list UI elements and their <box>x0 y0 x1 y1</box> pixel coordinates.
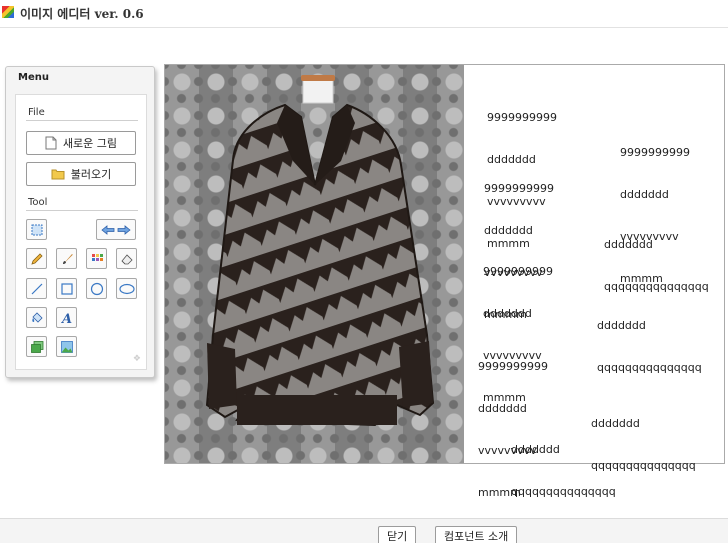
text-line: 9999999999 <box>483 265 553 278</box>
text-line: 9999999999 <box>620 146 690 159</box>
close-button[interactable]: 닫기 <box>378 526 417 543</box>
brush-tool[interactable] <box>56 248 77 269</box>
rectangle-icon <box>60 282 73 295</box>
text-line: ddddddd <box>620 188 669 201</box>
line-icon <box>31 283 42 294</box>
window-title: 이미지 에디터 ver. 0.6 <box>20 7 144 21</box>
tool-divider <box>26 210 138 211</box>
resize-grip-icon[interactable]: ❖ <box>133 354 141 364</box>
file-section-label: File <box>28 107 45 118</box>
text-line: ddddddd <box>483 307 532 320</box>
footer-bar: 닫기 컴포넌트 소개 <box>0 518 728 543</box>
layer-icon <box>30 340 43 353</box>
new-image-button[interactable]: 새로운 그림 <box>26 131 136 155</box>
palette-tool[interactable] <box>86 248 107 269</box>
text-tool[interactable]: A <box>56 307 77 328</box>
open-button[interactable]: 불러오기 <box>26 162 136 186</box>
text-line: ddddddd <box>597 319 646 332</box>
text-line: qqqqqqqqqqqqqqq <box>597 361 702 374</box>
text-line: ddddddd <box>484 224 533 237</box>
paint-bucket-icon <box>31 311 43 323</box>
rectangle-tool[interactable] <box>56 278 77 299</box>
image-icon <box>60 340 73 353</box>
text-line: ddddddd <box>478 402 527 415</box>
new-file-icon <box>45 136 57 150</box>
pencil-icon <box>30 252 43 265</box>
image-canvas[interactable]: 9999999999 ddddddd vvvvvvvvv mmmm 999999… <box>164 64 725 499</box>
menu-body: File 새로운 그림 불러오기 Tool A ❖ <box>15 94 147 370</box>
pencil-tool[interactable] <box>26 248 47 269</box>
menu-title: Menu <box>18 72 49 83</box>
menu-panel: Menu File 새로운 그림 불러오기 Tool A ❖ <box>5 66 155 378</box>
text-line: ddddddd <box>604 238 653 251</box>
circle-icon <box>90 282 103 295</box>
circle-tool[interactable] <box>86 278 107 299</box>
brush-icon <box>62 253 73 264</box>
open-label: 불러오기 <box>70 168 112 181</box>
select-icon <box>31 224 42 235</box>
select-tool[interactable] <box>26 219 47 240</box>
new-image-label: 새로운 그림 <box>62 137 118 150</box>
line-tool[interactable] <box>26 278 47 299</box>
file-divider <box>26 120 138 121</box>
fur-coat-image <box>205 75 435 427</box>
ellipse-tool[interactable] <box>116 278 137 299</box>
tool-section-label: Tool <box>28 197 48 208</box>
component-intro-button[interactable]: 컴포넌트 소개 <box>435 526 518 543</box>
palette-icon <box>91 253 103 261</box>
text-line: ddddddd <box>511 443 560 456</box>
svg-text:A: A <box>60 312 72 325</box>
undo-redo-arrows-icon <box>101 224 131 235</box>
coat-photo[interactable] <box>165 65 464 463</box>
eraser-icon <box>120 253 133 264</box>
paint-bucket-tool[interactable] <box>26 307 47 328</box>
text-icon: A <box>60 312 72 325</box>
text-object[interactable]: ddddddd qqqqqqqqqqqqqqq <box>511 415 616 527</box>
app-logo-icon <box>2 6 14 18</box>
text-line: 9999999999 <box>487 111 557 124</box>
folder-icon <box>51 169 65 180</box>
layer-tool[interactable] <box>26 336 47 357</box>
eraser-tool[interactable] <box>116 248 137 269</box>
undo-redo-tool[interactable] <box>96 219 136 240</box>
text-line: 9999999999 <box>484 182 554 195</box>
text-line: 9999999999 <box>478 360 548 373</box>
image-tool[interactable] <box>56 336 77 357</box>
ellipse-icon <box>118 283 135 294</box>
title-bar: 이미지 에디터 ver. 0.6 <box>0 0 728 28</box>
text-line: qqqqqqqqqqqqqqq <box>511 485 616 498</box>
text-object[interactable]: ddddddd qqqqqqqqqqqqqqq <box>597 291 702 403</box>
